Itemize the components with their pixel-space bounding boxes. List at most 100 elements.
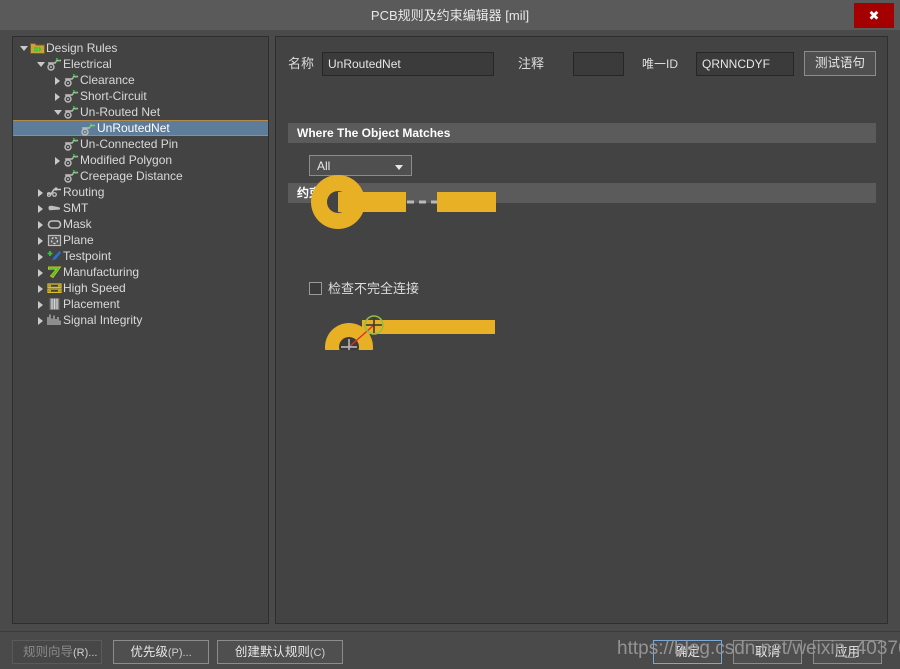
electrical-icon: [46, 56, 63, 72]
chevron-right-icon[interactable]: [36, 184, 46, 200]
tree-item-unroutednet[interactable]: UnRoutedNet: [13, 120, 268, 136]
chevron-right-icon[interactable]: [36, 232, 46, 248]
unrouted-net-graphic: [311, 175, 496, 229]
rule-header-form: 名称 UnRoutedNet 注释 唯一ID QRNNCDYF 测试语句: [288, 51, 876, 77]
tree-item-label: Un-Routed Net: [80, 105, 161, 119]
tree-item-high-speed[interactable]: High Speed: [13, 280, 268, 296]
rules-tree-panel[interactable]: Design Rules Electrical Clearance Short-Cir…: [12, 36, 269, 624]
tree-item-label: High Speed: [63, 281, 126, 295]
tree-item-plane[interactable]: Plane: [13, 232, 268, 248]
tree-item-label: Creepage Distance: [80, 169, 183, 183]
comment-input[interactable]: [573, 52, 624, 76]
tree-item-label: Manufacturing: [63, 265, 140, 279]
tree-item-design-rules[interactable]: Design Rules: [13, 40, 268, 56]
manufacturing-icon: [46, 264, 63, 280]
tree-item-signal-integrity[interactable]: Signal Integrity: [13, 312, 268, 328]
chevron-right-icon[interactable]: [36, 280, 46, 296]
chevron-down-icon[interactable]: [36, 56, 46, 72]
tree-item-un-routed-net[interactable]: Un-Routed Net: [13, 104, 268, 120]
electrical-icon: [63, 88, 80, 104]
rule-wizard-button[interactable]: 规则向导(R)...: [12, 640, 102, 664]
apply-button[interactable]: 应用: [813, 640, 882, 664]
tree-item-modified-polygon[interactable]: Modified Polygon: [13, 152, 268, 168]
create-default-rules-button[interactable]: 创建默认规则(C): [217, 640, 343, 664]
chevron-right-icon[interactable]: [53, 72, 63, 88]
chevron-right-icon[interactable]: [36, 296, 46, 312]
tree-item-un-connected-pin[interactable]: Un-Connected Pin: [13, 136, 268, 152]
smt-icon: [46, 200, 63, 216]
close-icon[interactable]: ✖: [854, 3, 894, 28]
create-default-rules-key: (C): [309, 647, 326, 659]
testpoint-icon: [46, 248, 63, 264]
tree-item-electrical[interactable]: Electrical: [13, 56, 268, 72]
rule-editor-panel: 名称 UnRoutedNet 注释 唯一ID QRNNCDYF 测试语句 Whe…: [275, 36, 888, 624]
tree-item-label: Placement: [63, 297, 120, 311]
footer-bar: 规则向导(R)... 优先级(P)... 创建默认规则(C) 确定 取消 应用: [0, 631, 900, 669]
dialog-body: Design Rules Electrical Clearance Short-Cir…: [0, 31, 900, 631]
tree-item-label: Clearance: [80, 73, 135, 87]
title-bar: PCB规则及约束编辑器 [mil] ✖: [0, 0, 900, 31]
chevron-right-icon[interactable]: [53, 152, 63, 168]
ok-button[interactable]: 确定: [653, 640, 722, 664]
rules-tree: Design Rules Electrical Clearance Short-Cir…: [13, 37, 268, 328]
electrical-icon: [63, 104, 80, 120]
tree-item-clearance[interactable]: Clearance: [13, 72, 268, 88]
tree-item-mask[interactable]: Mask: [13, 216, 268, 232]
tree-item-label: Plane: [63, 233, 94, 247]
rule-wizard-label: 规则向导: [23, 645, 74, 659]
routing-icon: [46, 184, 63, 200]
tree-item-smt[interactable]: SMT: [13, 200, 268, 216]
tree-item-label: Signal Integrity: [63, 313, 143, 327]
tree-item-routing[interactable]: Routing: [13, 184, 268, 200]
tree-item-short-circuit[interactable]: Short-Circuit: [13, 88, 268, 104]
tree-item-label: Un-Connected Pin: [80, 137, 179, 151]
tree-item-label: UnRoutedNet: [97, 121, 170, 135]
tree-item-manufacturing[interactable]: Manufacturing: [13, 264, 268, 280]
window-title: PCB规则及约束编辑器 [mil]: [370, 8, 530, 23]
comment-label: 注释: [518, 56, 545, 71]
tree-item-label: Design Rules: [46, 41, 118, 55]
tree-item-creepage-distance[interactable]: Creepage Distance: [13, 168, 268, 184]
incomplete-connection-graphic: [325, 315, 495, 350]
cancel-button[interactable]: 取消: [733, 640, 802, 664]
electrical-icon: [63, 136, 80, 152]
priority-button[interactable]: 优先级(P)...: [113, 640, 209, 664]
tree-item-label: Short-Circuit: [80, 89, 147, 103]
tree-item-label: Mask: [63, 217, 92, 231]
chevron-down-icon[interactable]: [19, 40, 29, 56]
chevron-right-icon[interactable]: [36, 264, 46, 280]
tree-item-placement[interactable]: Placement: [13, 296, 268, 312]
tree-item-testpoint[interactable]: Testpoint: [13, 248, 268, 264]
chevron-right-icon[interactable]: [36, 248, 46, 264]
plane-icon: [46, 232, 63, 248]
unique-id-input[interactable]: QRNNCDYF: [696, 52, 794, 76]
tree-item-label: Testpoint: [63, 249, 112, 263]
pcb-rules-dialog: PCB规则及约束编辑器 [mil] ✖ Design Rules Electric…: [0, 0, 900, 669]
priority-label: 优先级: [130, 645, 168, 659]
chevron-right-icon[interactable]: [36, 200, 46, 216]
electrical-icon: [63, 152, 80, 168]
chevron-right-icon[interactable]: [36, 216, 46, 232]
where-matches-header: Where The Object Matches: [288, 123, 876, 143]
placement-icon: [46, 296, 63, 312]
create-default-rules-label: 创建默认规则: [234, 645, 310, 659]
mask-icon: [46, 216, 63, 232]
name-input[interactable]: UnRoutedNet: [322, 52, 494, 76]
chevron-right-icon[interactable]: [53, 88, 63, 104]
tree-item-label: SMT: [63, 201, 89, 215]
test-query-button[interactable]: 测试语句: [804, 51, 876, 76]
priority-key: (P)...: [167, 647, 192, 659]
electrical-icon: [63, 168, 80, 184]
chevron-down-icon[interactable]: [53, 104, 63, 120]
unique-id-label: 唯一ID: [642, 57, 679, 71]
electrical-icon: [80, 121, 97, 137]
chevron-right-icon[interactable]: [36, 312, 46, 328]
rule-wizard-key: (R)...: [73, 647, 98, 659]
high-speed-icon: [46, 280, 63, 296]
tree-item-label: Modified Polygon: [80, 153, 173, 167]
electrical-icon: [63, 72, 80, 88]
name-label: 名称: [288, 56, 315, 71]
